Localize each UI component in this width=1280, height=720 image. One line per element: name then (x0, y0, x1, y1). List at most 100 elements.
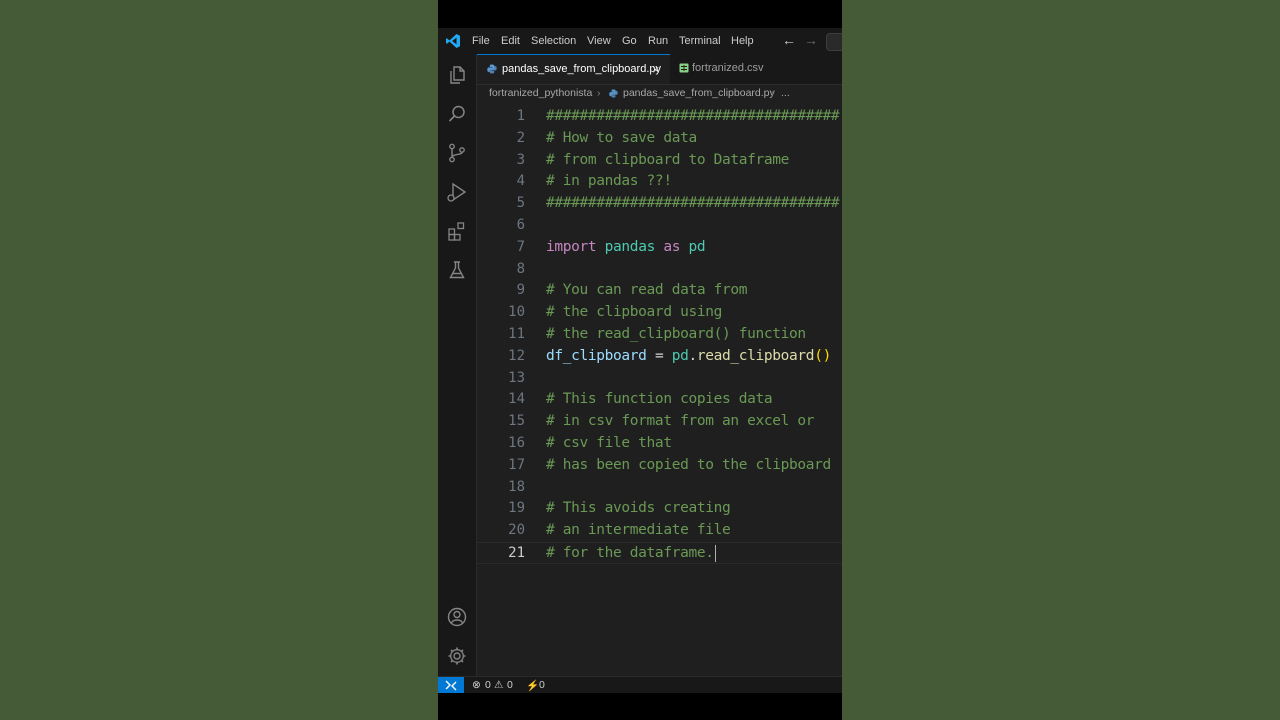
code-line[interactable]: 17 # has been copied to the clipboard (477, 455, 842, 477)
code-line[interactable]: 4 # in pandas ??! (477, 171, 842, 193)
code-text: # in pandas ??! (546, 171, 672, 193)
code-token: # This avoids creating (546, 500, 731, 517)
code-line[interactable]: 10 # the clipboard using (477, 302, 842, 324)
forward-arrow-icon[interactable]: → (804, 32, 818, 48)
python-file-icon (487, 64, 497, 74)
remote-indicator[interactable] (438, 677, 464, 693)
code-line[interactable]: 5 ################################### (477, 193, 842, 215)
line-number: 17 (508, 456, 525, 473)
code-line[interactable]: 3 # from clipboard to Dataframe (477, 150, 842, 172)
line-number: 16 (508, 435, 525, 451)
code-text: # in csv format from an excel or (546, 411, 815, 433)
code-token: ################################### (546, 108, 840, 124)
code-token: pd (671, 347, 689, 364)
video-frame: File Edit Selection View Go Run Terminal… (438, 0, 842, 720)
line-number: 1 (516, 108, 525, 124)
breadcrumb-file[interactable]: pandas_save_from_clipboard.py (623, 87, 775, 99)
warnings-count[interactable]: 0 (507, 679, 513, 691)
code-token: df_clipboard (546, 347, 647, 364)
code-token: read_clipboard (696, 347, 815, 364)
errors-count[interactable]: 0 (485, 679, 491, 691)
code-token: # How to save data (546, 129, 697, 146)
code-line[interactable]: 15 # in csv format from an excel or (477, 411, 842, 433)
code-text: import pandas as pd (546, 237, 706, 259)
code-line[interactable]: 12 df_clipboard = pd.read_clipboard() (477, 346, 842, 368)
menu-edit[interactable]: Edit (501, 35, 520, 47)
search-icon[interactable] (446, 103, 468, 125)
code-line[interactable]: 19 # This avoids creating (477, 498, 842, 520)
remote-icon (445, 680, 457, 691)
testing-icon[interactable] (446, 259, 468, 281)
code-text: # has been copied to the clipboard (546, 455, 831, 477)
line-number: 15 (508, 413, 525, 430)
code-token: # in csv format from an excel or (546, 413, 815, 430)
code-line[interactable]: 7 import pandas as pd (477, 237, 842, 259)
code-line[interactable]: 16 # csv file that (477, 433, 842, 455)
code-text: ################################### (546, 193, 840, 215)
line-number: 11 (508, 326, 525, 342)
code-token: # You can read data from (546, 282, 748, 299)
code-token: # csv file that (546, 435, 672, 451)
line-number: 10 (508, 304, 525, 321)
warnings-icon: ⚠ (494, 679, 504, 691)
breadcrumb-more[interactable]: ... (781, 87, 790, 99)
code-line[interactable]: 2 # How to save data (477, 128, 842, 150)
menu-selection[interactable]: Selection (531, 35, 576, 47)
code-token: as (663, 238, 681, 255)
source-control-icon[interactable] (446, 142, 468, 164)
extensions-icon[interactable] (446, 220, 468, 242)
code-text: # How to save data (546, 128, 697, 150)
code-line[interactable]: 21 # for the dataframe. (477, 542, 842, 564)
line-number: 21 (508, 545, 525, 561)
code-editor[interactable]: 1 ################################### 2 # H… (477, 104, 842, 676)
code-text: # This avoids creating (546, 498, 731, 520)
code-line[interactable]: 6 (477, 215, 842, 237)
tab-pandas-save-from-clipboard[interactable]: pandas_save_from_clipboard.py × (477, 54, 670, 84)
line-number: 14 (508, 391, 525, 408)
code-line[interactable]: 14 # This function copies data (477, 389, 842, 411)
breadcrumb-folder[interactable]: fortranized_pythonista (489, 87, 592, 99)
menu-run[interactable]: Run (648, 35, 668, 47)
code-line[interactable]: 9 # You can read data from (477, 280, 842, 302)
vscode-logo-icon (446, 34, 460, 48)
command-center[interactable] (826, 33, 842, 51)
code-text: ################################### (546, 106, 840, 128)
run-debug-icon[interactable] (446, 181, 468, 203)
code-token: # the clipboard using (546, 304, 722, 321)
csv-file-icon (679, 63, 689, 73)
back-arrow-icon[interactable]: ← (782, 32, 796, 48)
code-line[interactable]: 1 ################################### (477, 106, 842, 128)
menu-view[interactable]: View (587, 35, 611, 47)
close-tab-icon[interactable]: × (652, 55, 660, 85)
code-token: # the read_clipboard() function (546, 326, 806, 342)
code-text: df_clipboard = pd.read_clipboard() (546, 346, 831, 368)
code-token: = (646, 347, 672, 364)
account-icon[interactable] (446, 606, 468, 628)
code-token: . (688, 347, 697, 364)
code-token: # for the dataframe. (546, 545, 714, 561)
code-text: # You can read data from (546, 280, 747, 302)
settings-gear-icon[interactable] (446, 645, 468, 667)
code-text: # csv file that (546, 433, 672, 455)
tab-fortranized-csv[interactable]: fortranized.csv (671, 54, 821, 84)
code-line[interactable]: 8 (477, 259, 842, 281)
code-token: pd (688, 238, 706, 255)
menu-terminal[interactable]: Terminal (679, 35, 721, 47)
code-line[interactable]: 13 (477, 368, 842, 390)
menu-file[interactable]: File (472, 35, 490, 47)
menu-help[interactable]: Help (731, 35, 754, 47)
menu-go[interactable]: Go (622, 35, 637, 47)
code-line[interactable]: 11 # the read_clipboard() function (477, 324, 842, 346)
breadcrumb-separator-icon: › (597, 87, 601, 99)
code-line[interactable]: 18 (477, 477, 842, 499)
breadcrumb: fortranized_pythonista › pandas_save_fro… (477, 85, 842, 103)
code-token: # in pandas ??! (546, 173, 672, 190)
code-token: pandas (604, 238, 656, 255)
ports-icon: ⚡ (526, 680, 540, 692)
explorer-icon[interactable] (446, 64, 468, 86)
ports-count[interactable]: 0 (539, 679, 545, 691)
code-line[interactable]: 20 # an intermediate file (477, 520, 842, 542)
background-left (0, 0, 438, 720)
